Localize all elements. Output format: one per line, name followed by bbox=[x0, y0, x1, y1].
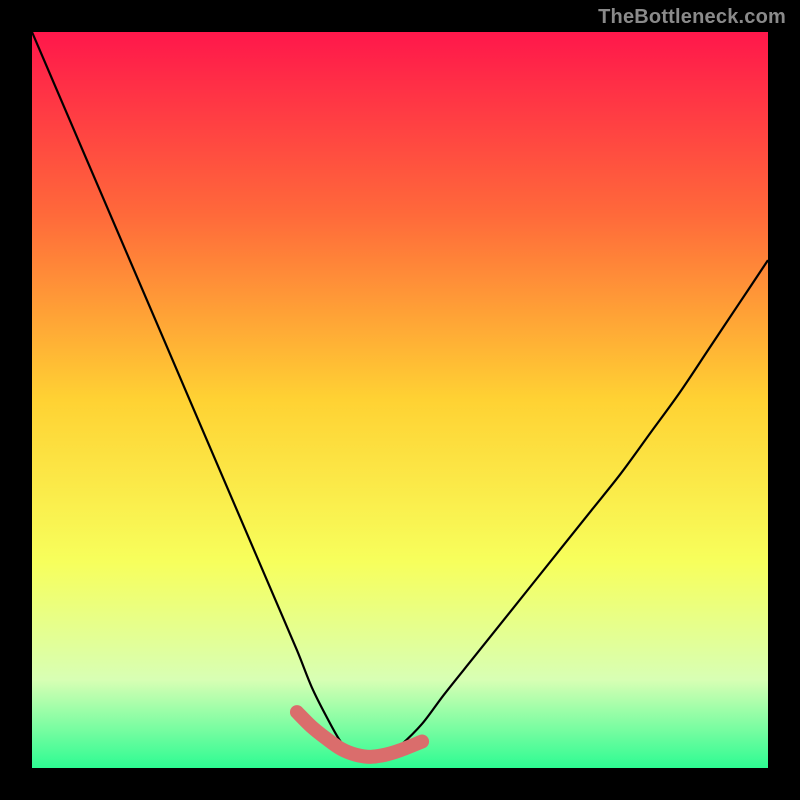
bottleneck-chart bbox=[0, 0, 800, 800]
chart-frame: { "watermark": "TheBottleneck.com", "col… bbox=[0, 0, 800, 800]
watermark-text: TheBottleneck.com bbox=[598, 6, 786, 29]
plot-background bbox=[32, 32, 768, 768]
